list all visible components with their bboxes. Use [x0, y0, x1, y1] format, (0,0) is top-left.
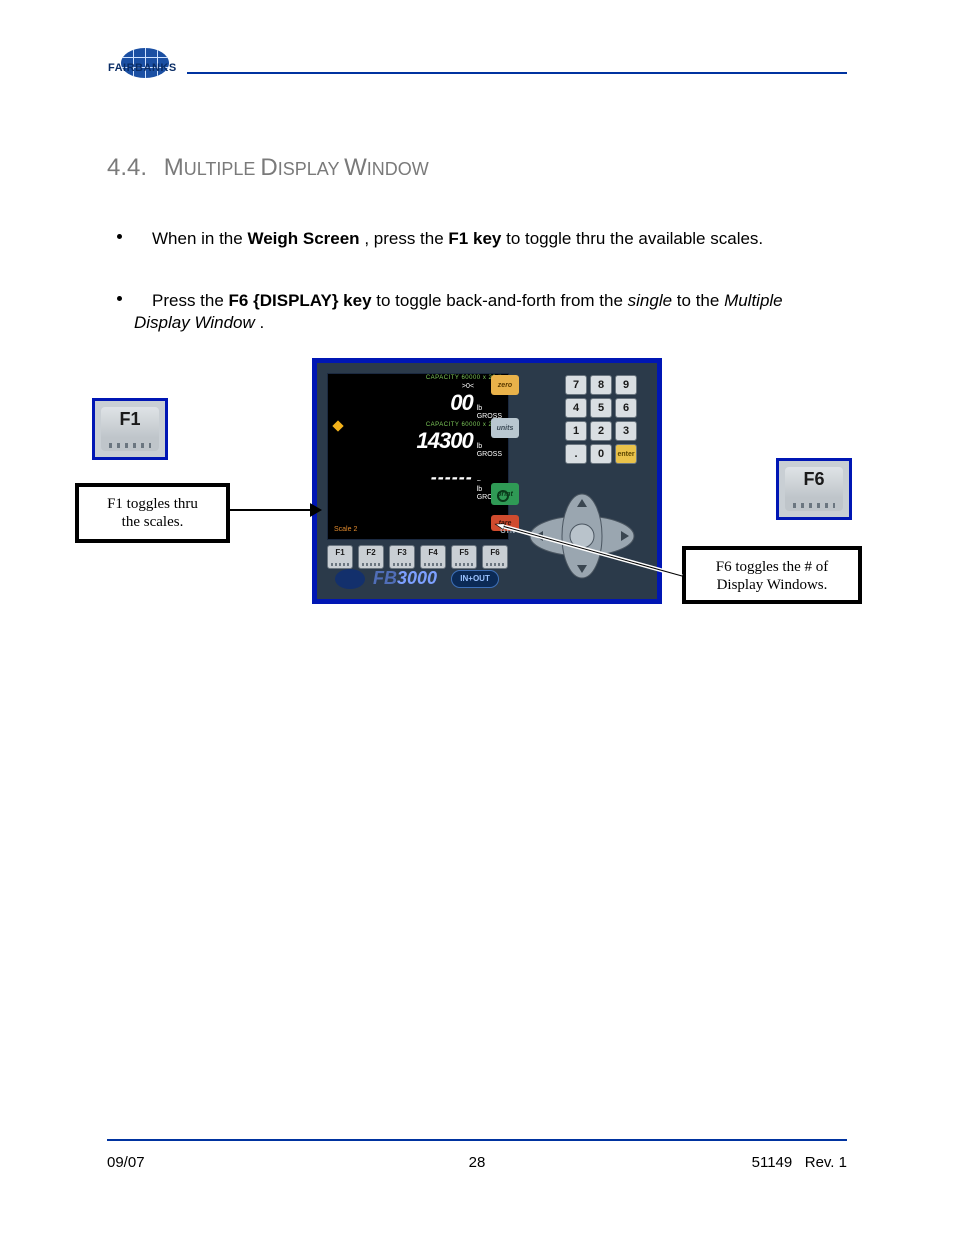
device-figure: CAPACITY 60000 x 20 lb >0< 00 lbGROSS CA…	[312, 358, 662, 604]
key-0[interactable]: 0	[590, 444, 612, 464]
header-rule	[187, 72, 847, 74]
footer-rule	[107, 1139, 847, 1141]
direction-pad[interactable]	[527, 491, 637, 581]
reading-2: 14300	[417, 428, 473, 454]
gtn-label: GTN	[500, 528, 515, 535]
callout-f1: F1 toggles thru the scales.	[75, 483, 230, 543]
zero-button[interactable]: zero	[491, 375, 519, 395]
mode-pill: IN+OUT	[451, 570, 499, 588]
key-5[interactable]: 5	[590, 398, 612, 418]
key-8[interactable]: 8	[590, 375, 612, 395]
device-f2[interactable]: F2	[358, 545, 384, 569]
f6-key-illustration: F6	[776, 458, 852, 520]
key-7[interactable]: 7	[565, 375, 587, 395]
callout-f6: F6 toggles the # of Display Windows.	[682, 546, 862, 604]
key-3[interactable]: 3	[615, 421, 637, 441]
key-dot[interactable]: .	[565, 444, 587, 464]
section-number: 4.4.	[107, 154, 147, 181]
device-f1[interactable]: F1	[327, 545, 353, 569]
section-title: 4.4. MULTIPLE DISPLAY WINDOW	[107, 154, 429, 182]
bullet-icon	[117, 234, 122, 239]
key-enter[interactable]: enter	[615, 444, 637, 464]
keypad: 7 8 9 4 5 6 1 2 3 . 0 enter	[565, 375, 637, 464]
device-f4[interactable]: F4	[420, 545, 446, 569]
arrow-left-icon	[228, 509, 320, 511]
units-button[interactable]: units	[491, 418, 519, 438]
f1-key-illustration: F1	[92, 398, 168, 460]
fkey-row: F1 F2 F3 F4 F5 F6	[327, 545, 508, 569]
footer-docnum: 51149 Rev. 1	[752, 1154, 847, 1171]
reading-3: ------	[431, 467, 473, 488]
bullet-1: When in the Weigh Screen , press the F1 …	[134, 228, 784, 250]
device-f3[interactable]: F3	[389, 545, 415, 569]
device-f5[interactable]: F5	[451, 545, 477, 569]
bullet-icon	[117, 296, 122, 301]
bullet-2: Press the F6 {DISPLAY} key to toggle bac…	[134, 290, 784, 334]
scale-label: Scale 2	[334, 526, 357, 533]
page: FAIRBANKS 4.4. MULTIPLE DISPLAY WINDOW W…	[0, 0, 954, 1235]
device-screen: CAPACITY 60000 x 20 lb >0< 00 lbGROSS CA…	[327, 373, 509, 540]
globe-icon	[335, 569, 365, 589]
key-2[interactable]: 2	[590, 421, 612, 441]
reading-1: 00	[450, 390, 472, 416]
print-button[interactable]: print	[491, 483, 519, 505]
device-f6[interactable]: F6	[482, 545, 508, 569]
device-brand: FB3000 IN+OUT	[335, 568, 499, 589]
key-4[interactable]: 4	[565, 398, 587, 418]
key-1[interactable]: 1	[565, 421, 587, 441]
key-9[interactable]: 9	[615, 375, 637, 395]
brand-text: FAIRBANKS	[108, 62, 177, 74]
key-6[interactable]: 6	[615, 398, 637, 418]
